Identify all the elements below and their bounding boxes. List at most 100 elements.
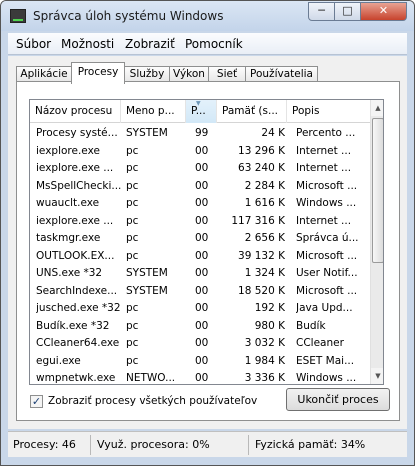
process-name-cell: wmpnetwk.exe: [36, 372, 116, 384]
user-name-cell: pc: [126, 162, 139, 174]
process-name-cell: jusched.exe *32: [36, 302, 121, 314]
description-cell: Microsoft ...: [296, 179, 358, 192]
user-name-cell: pc: [126, 337, 139, 349]
memory-cell: 24 K: [261, 127, 285, 139]
minimize-button[interactable]: ─: [308, 2, 335, 21]
process-name-cell: CCleaner64.exe: [36, 337, 120, 349]
table-row[interactable]: OUTLOOK.EX... pc 00 39 132 K Microsoft ...: [30, 248, 371, 265]
process-name-cell: taskmgr.exe: [36, 232, 101, 244]
task-manager-window: Správca úloh systému Windows ─ □ ✕ Súbor…: [0, 0, 415, 466]
scroll-down-icon[interactable]: ▼: [371, 368, 383, 384]
cpu-cell: 00: [195, 302, 209, 314]
user-name-cell: pc: [126, 319, 139, 332]
content-area: Aplikácie Procesy Služby Výkon Sieť Použ…: [8, 56, 407, 429]
user-name-cell: pc: [126, 179, 139, 192]
user-name-cell: pc: [126, 214, 139, 227]
description-cell: Internet ...: [296, 144, 352, 157]
table-row[interactable]: iexplore.exe ... pc 00 63 240 K Internet ...: [30, 160, 371, 177]
menu-item-file[interactable]: Súbor: [16, 37, 51, 51]
description-cell: Microsoft ...: [296, 284, 358, 297]
scrollbar-thumb[interactable]: [372, 118, 383, 263]
menu-item-options[interactable]: Možnosti: [61, 37, 114, 51]
process-list-header: Názov procesu Meno p... ▼ P... Pamäť (s.…: [30, 100, 371, 123]
table-row[interactable]: iexplore.exe ... pc 00 117 316 K Internet ..…: [30, 213, 371, 230]
table-row[interactable]: jusched.exe *32 pc 00 192 K Java Upd...: [30, 300, 371, 317]
menu-item-help[interactable]: Pomocník: [185, 37, 243, 51]
table-row[interactable]: wmpnetwk.exe NETWO... 00 3 336 K Windows ...: [30, 370, 371, 384]
cpu-cell: 00: [195, 249, 209, 262]
process-name-cell: wuauclt.exe: [36, 197, 100, 209]
user-name-cell: pc: [126, 144, 139, 157]
cpu-cell: 00: [195, 319, 209, 332]
memory-cell: 2 284 K: [244, 179, 285, 192]
user-name-cell: pc: [126, 302, 139, 314]
column-cpu[interactable]: ▼ P...: [186, 100, 217, 123]
table-row[interactable]: wuauclt.exe pc 00 1 616 K Windows ...: [30, 195, 371, 212]
show-all-processes-checkbox[interactable]: ✓: [30, 395, 43, 408]
process-name-cell: Procesy systé...: [36, 127, 118, 139]
process-name-cell: SearchIndexe...: [36, 284, 118, 297]
column-process-name[interactable]: Názov procesu: [30, 100, 121, 123]
cpu-cell: 00: [195, 284, 209, 297]
cpu-cell: 00: [195, 144, 209, 157]
memory-cell: 39 132 K: [238, 249, 285, 262]
description-cell: Budík: [296, 319, 326, 332]
table-row[interactable]: taskmgr.exe pc 00 2 656 K Správca ú...: [30, 230, 371, 247]
show-all-processes-label[interactable]: Zobraziť procesy všetkých používateľov: [48, 395, 257, 407]
status-bar: Procesy: 46 Využ. procesora: 0% Fyzická …: [8, 431, 407, 457]
process-name-cell: OUTLOOK.EX...: [36, 249, 115, 262]
memory-cell: 2 656 K: [244, 232, 285, 244]
table-row[interactable]: SearchIndexe... SYSTEM 00 18 520 K Microsoft…: [30, 283, 371, 300]
process-list[interactable]: Názov procesu Meno p... ▼ P... Pamäť (s.…: [29, 99, 384, 385]
table-row[interactable]: UNS.exe *32 SYSTEM 00 1 324 K User Notif...: [30, 265, 371, 282]
cpu-cell: 99: [195, 127, 209, 139]
tab-processes[interactable]: Procesy: [71, 62, 125, 84]
window-title: Správca úloh systému Windows: [33, 9, 224, 23]
table-row[interactable]: egui.exe pc 00 1 984 K ESET Mai...: [30, 353, 371, 370]
cpu-cell: 00: [195, 372, 209, 384]
menu-item-view[interactable]: Zobraziť: [125, 37, 175, 51]
process-name-cell: UNS.exe *32: [36, 267, 103, 279]
column-user-name[interactable]: Meno p...: [121, 100, 186, 123]
table-row[interactable]: CCleaner64.exe pc 00 3 032 K CCleaner: [30, 335, 371, 352]
cpu-cell: 00: [195, 214, 209, 227]
memory-cell: 3 336 K: [244, 372, 285, 384]
table-row[interactable]: Procesy systé... SYSTEM 99 24 K Percento ...: [30, 125, 371, 142]
scroll-up-icon[interactable]: ▲: [371, 100, 383, 116]
cpu-cell: 00: [195, 354, 209, 367]
column-memory[interactable]: Pamäť (s...: [217, 100, 287, 123]
end-process-button[interactable]: Ukončiť proces: [286, 388, 390, 411]
vertical-scrollbar[interactable]: ▲ ▼: [370, 100, 383, 384]
cpu-cell: 00: [195, 179, 209, 192]
description-cell: Windows ...: [296, 197, 357, 209]
user-name-cell: SYSTEM: [126, 127, 168, 139]
cpu-cell: 00: [195, 337, 209, 349]
table-row[interactable]: iexplore.exe pc 00 13 296 K Internet ...: [30, 143, 371, 160]
menu-bar: Súbor Možnosti Zobraziť Pomocník: [8, 33, 407, 55]
cpu-cell: 00: [195, 162, 209, 174]
status-separator: [90, 435, 91, 455]
description-cell: Microsoft ...: [296, 249, 358, 262]
status-process-count: Procesy: 46: [13, 438, 76, 451]
user-name-cell: SYSTEM: [126, 284, 168, 297]
description-cell: Java Upd...: [296, 302, 353, 314]
description-cell: Správca ú...: [296, 232, 359, 244]
description-cell: Percento ...: [296, 127, 356, 139]
table-row[interactable]: MsSpellChecki... pc 00 2 284 K Microsoft ...: [30, 178, 371, 195]
memory-cell: 3 032 K: [244, 337, 285, 349]
memory-cell: 1 616 K: [244, 197, 285, 209]
maximize-button[interactable]: □: [334, 2, 361, 21]
memory-cell: 192 K: [254, 302, 285, 314]
cpu-cell: 00: [195, 197, 209, 209]
memory-cell: 1 984 K: [244, 354, 285, 367]
process-name-cell: iexplore.exe ...: [36, 214, 114, 227]
column-description[interactable]: Popis: [287, 100, 371, 123]
status-separator: [248, 435, 249, 455]
user-name-cell: pc: [126, 354, 139, 367]
table-row[interactable]: Budík.exe *32 pc 00 980 K Budík: [30, 318, 371, 335]
description-cell: Internet ...: [296, 162, 352, 174]
title-bar[interactable]: Správca úloh systému Windows ─ □ ✕: [1, 1, 414, 31]
close-button[interactable]: ✕: [360, 2, 407, 21]
user-name-cell: pc: [126, 249, 139, 262]
description-cell: CCleaner: [296, 337, 344, 349]
